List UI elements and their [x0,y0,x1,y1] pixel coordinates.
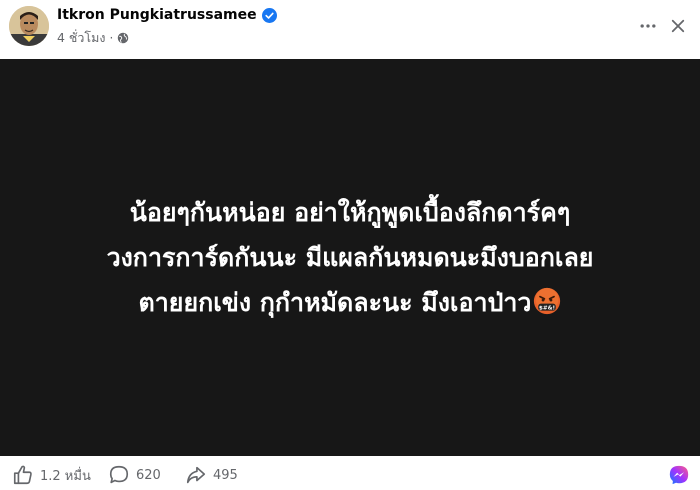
author-name-row: Itkron Pungkiatrussamee [57,7,277,23]
comment-bubble-icon [109,465,129,484]
post-footer: 1.2 หมื่น 620 495 [0,456,700,490]
angry-cursing-face-icon: $#&! [534,287,561,315]
share-count: 495 [213,467,238,483]
share-arrow-icon [186,466,206,484]
author-name[interactable]: Itkron Pungkiatrussamee [57,7,257,23]
post-line-3: ตายยกเข่ง กุกำหมัดละนะ มึงเอาป่าว $#&! [139,280,562,325]
post-line-3-text: ตายยกเข่ง กุกำหมัดละนะ มึงเอาป่าว [138,288,532,317]
comment-count: 620 [136,467,161,483]
more-options-button[interactable] [636,14,660,38]
post-meta: 4 ชั่วโมง · [57,28,129,48]
thumbs-up-icon [13,465,32,485]
post-time[interactable]: 4 ชั่วโมง [57,28,106,48]
emoji-symbol-text: $#&! [539,305,555,311]
verified-badge-icon [261,7,277,23]
post-header: Itkron Pungkiatrussamee 4 ชั่วโมง · [0,0,700,58]
close-icon [671,19,685,33]
close-button[interactable] [666,14,690,38]
messenger-icon[interactable] [668,464,690,486]
more-icon [640,24,656,28]
post-content-image[interactable]: น้อยๆกันหน่อย อย่าให้กูพูดเบื้องลึกดาร์ค… [0,59,700,456]
post-line-2: วงการการ์ดกันนะ มีแผลกันหมดนะมึงบอกเลย [106,243,594,272]
meta-separator: · [109,31,114,45]
post-text: น้อยๆกันหน่อย อย่าให้กูพูดเบื้องลึกดาร์ค… [0,59,700,456]
avatar[interactable] [9,6,49,46]
share-button[interactable]: 495 [185,464,238,486]
like-button[interactable]: 1.2 หมื่น [12,464,91,486]
post-line-1: น้อยๆกันหน่อย อย่าให้กูพูดเบื้องลึกดาร์ค… [129,198,571,227]
comment-button[interactable]: 620 [108,464,161,486]
globe-icon [118,32,129,44]
like-count: 1.2 หมื่น [40,468,91,484]
